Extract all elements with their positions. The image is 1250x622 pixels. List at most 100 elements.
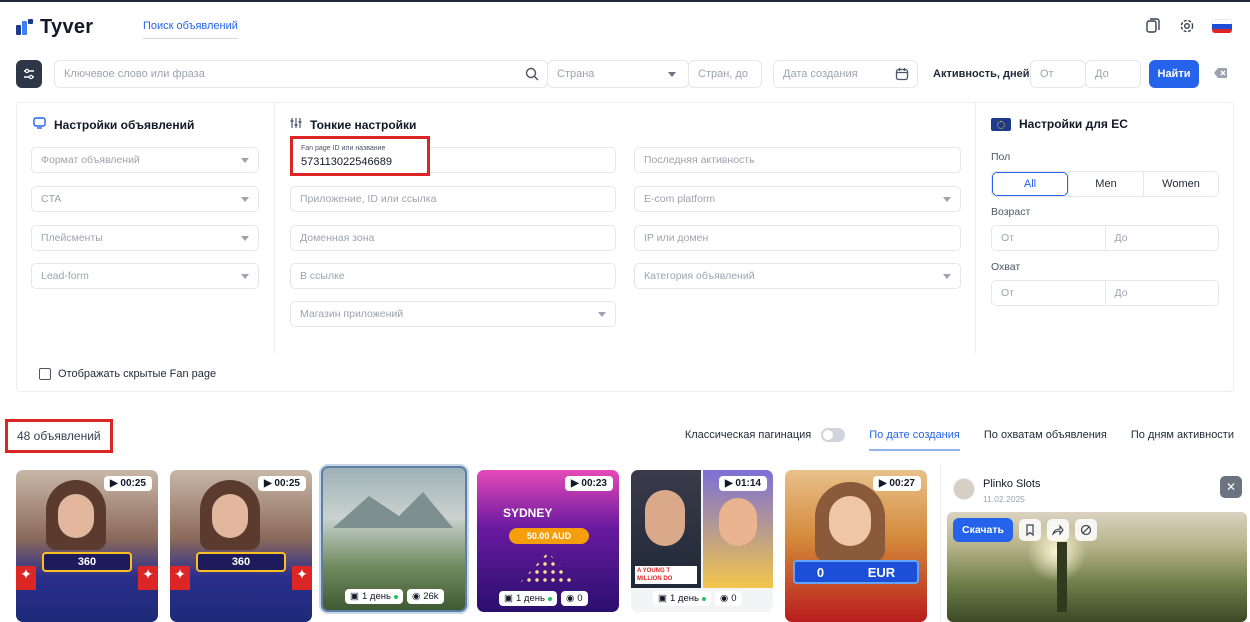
advertiser-name[interactable]: Plinko Slots: [983, 478, 1040, 490]
in-link-input[interactable]: В ссылке: [290, 263, 616, 289]
show-hidden-checkbox[interactable]: [39, 368, 51, 380]
gender-option-all[interactable]: All: [992, 172, 1068, 196]
last-activity-input[interactable]: Последняя активность: [634, 147, 961, 173]
activity-from-placeholder: От: [1040, 68, 1054, 80]
country-placeholder: Страна: [557, 68, 595, 80]
language-flag-icon[interactable]: [1212, 19, 1232, 33]
share-icon[interactable]: [1046, 519, 1069, 541]
logo[interactable]: Tyver: [16, 16, 93, 39]
search-icon[interactable]: [525, 67, 539, 84]
age-to-input[interactable]: До: [1104, 226, 1219, 250]
gender-label: Пол: [991, 151, 1011, 163]
ad-card[interactable]: ▶ 00:27 0 EUR: [785, 470, 927, 622]
views-badge: ◉ 0: [560, 591, 588, 606]
chevron-down-icon: [241, 158, 249, 163]
ad-format-select[interactable]: Формат объявлений: [31, 147, 259, 173]
overlay-city: SYDNEY: [503, 506, 553, 520]
ad-card[interactable]: ▶ 00:23 SYDNEY 50.00 AUD ▣ 1 день ◉ 0: [477, 470, 619, 612]
ad-settings-section: Настройки объявлений: [33, 117, 194, 132]
fanpage-id-input[interactable]: Fan page ID или название 573113022546689: [290, 136, 430, 176]
activity-days-label: Активность, дней: [933, 68, 1030, 80]
fanpage-id-value: 573113022546689: [301, 156, 392, 168]
chevron-down-icon: [943, 197, 951, 202]
in-link-placeholder: В ссылке: [300, 270, 345, 282]
overlay-score: 0: [816, 564, 825, 580]
download-button[interactable]: Скачать: [953, 518, 1013, 542]
ad-card[interactable]: ▶ 00:25 360 ✦ ✦: [170, 470, 312, 622]
ad-card[interactable]: ▶ 01:14 A YOUNG T MILLION DO ▣ 1 день ◉ …: [631, 470, 773, 612]
keyword-placeholder: Ключевое слово или фраза: [64, 68, 205, 80]
ad-card[interactable]: ▶ 00:25 360 ✦ ✦: [16, 470, 158, 622]
chevron-down-icon: [241, 236, 249, 241]
duration-text: 00:27: [889, 478, 915, 489]
duration-text: 00:23: [581, 478, 607, 489]
gear-icon[interactable]: [1178, 17, 1196, 35]
ip-domain-input[interactable]: IP или домен: [634, 225, 961, 251]
overlay-score-panel: 0 EUR: [793, 560, 919, 584]
age-from-input[interactable]: От: [992, 226, 1105, 250]
brand-name: Tyver: [40, 16, 94, 38]
sort-by-reach[interactable]: По охватам объявления: [984, 429, 1107, 441]
activity-from-input[interactable]: От: [1030, 60, 1086, 88]
cta-placeholder: CTA: [41, 193, 62, 205]
filter-toggle-button[interactable]: [16, 60, 42, 88]
countries-limit-input[interactable]: Стран, до: [688, 60, 762, 88]
nav-search-ads[interactable]: Поиск объявлений: [143, 20, 238, 39]
country-select[interactable]: Страна: [547, 60, 689, 88]
domain-zone-placeholder: Доменная зона: [300, 232, 375, 244]
logo-icon: [16, 18, 34, 37]
avatar[interactable]: [953, 478, 975, 500]
classic-pagination-option[interactable]: Классическая пагинация: [685, 428, 846, 442]
sort-bar: Классическая пагинация По дате создания …: [685, 428, 1234, 451]
reach-from-input[interactable]: От: [992, 281, 1105, 305]
sort-by-created-date[interactable]: По дате создания: [869, 429, 960, 451]
show-hidden-fanpage-option[interactable]: Отображать скрытые Fan page: [39, 368, 216, 380]
clear-filters-icon[interactable]: [1213, 66, 1229, 83]
app-store-select[interactable]: Магазин приложений: [290, 301, 616, 327]
activity-to-placeholder: До: [1095, 68, 1109, 80]
lead-form-select[interactable]: Lead-form: [31, 263, 259, 289]
gender-option-men[interactable]: Men: [1068, 172, 1143, 196]
duration-badge: ▶ 00:27: [872, 476, 921, 491]
created-date-input[interactable]: Дата создания: [773, 60, 918, 88]
card-stats: ▣ 1 день ◉ 0: [499, 591, 609, 606]
duration-badge: ▶ 00:25: [257, 476, 306, 491]
classic-pagination-toggle[interactable]: [821, 428, 846, 442]
calendar-icon[interactable]: [895, 67, 909, 84]
hide-icon[interactable]: [1074, 519, 1097, 541]
gender-option-women[interactable]: Women: [1143, 172, 1218, 196]
overlay-score: 360: [196, 552, 286, 572]
fine-settings-section: Тонкие настройки: [290, 117, 416, 132]
days-active-text: 1 день: [669, 593, 699, 604]
sliders-vertical-icon: [290, 117, 302, 132]
ad-card-selected[interactable]: ▣ 1 день ◉ 26k: [321, 466, 467, 612]
show-hidden-label: Отображать скрытые Fan page: [58, 368, 217, 380]
fanpage-id-label: Fan page ID или название: [301, 145, 386, 152]
days-active-badge: ▣ 1 день: [345, 589, 403, 604]
ip-domain-placeholder: IP или домен: [644, 232, 709, 244]
bookmark-icon[interactable]: [1018, 519, 1041, 541]
ecom-platform-select[interactable]: E-com platform: [634, 186, 961, 212]
eu-settings-title: Настройки для ЕС: [1019, 117, 1128, 131]
bookmarks-icon[interactable]: [1144, 17, 1162, 35]
ad-category-select[interactable]: Категория объявлений: [634, 263, 961, 289]
close-detail-button[interactable]: ✕: [1220, 476, 1242, 498]
find-button[interactable]: Найти: [1149, 60, 1199, 88]
duration-text: 00:25: [120, 478, 146, 489]
domain-zone-input[interactable]: Доменная зона: [290, 225, 616, 251]
search-row: Ключевое слово или фраза Страна Стран, д…: [16, 60, 1236, 88]
app-id-input[interactable]: Приложение, ID или ссылка: [290, 186, 616, 212]
activity-to-input[interactable]: До: [1085, 60, 1141, 88]
days-active-text: 1 день: [515, 593, 545, 604]
palm-tree: [1057, 542, 1067, 612]
cta-select[interactable]: CTA: [31, 186, 259, 212]
results-count: 48 объявлений: [5, 419, 113, 453]
sort-by-activity-days[interactable]: По дням активности: [1131, 429, 1234, 441]
app-id-placeholder: Приложение, ID или ссылка: [300, 193, 437, 205]
chevron-down-icon: [241, 197, 249, 202]
placements-select[interactable]: Плейсменты: [31, 225, 259, 251]
keyword-search-input[interactable]: Ключевое слово или фраза: [54, 60, 548, 88]
chevron-down-icon: [668, 72, 676, 77]
reach-to-input[interactable]: До: [1104, 281, 1219, 305]
days-active-text: 1 день: [361, 591, 391, 602]
